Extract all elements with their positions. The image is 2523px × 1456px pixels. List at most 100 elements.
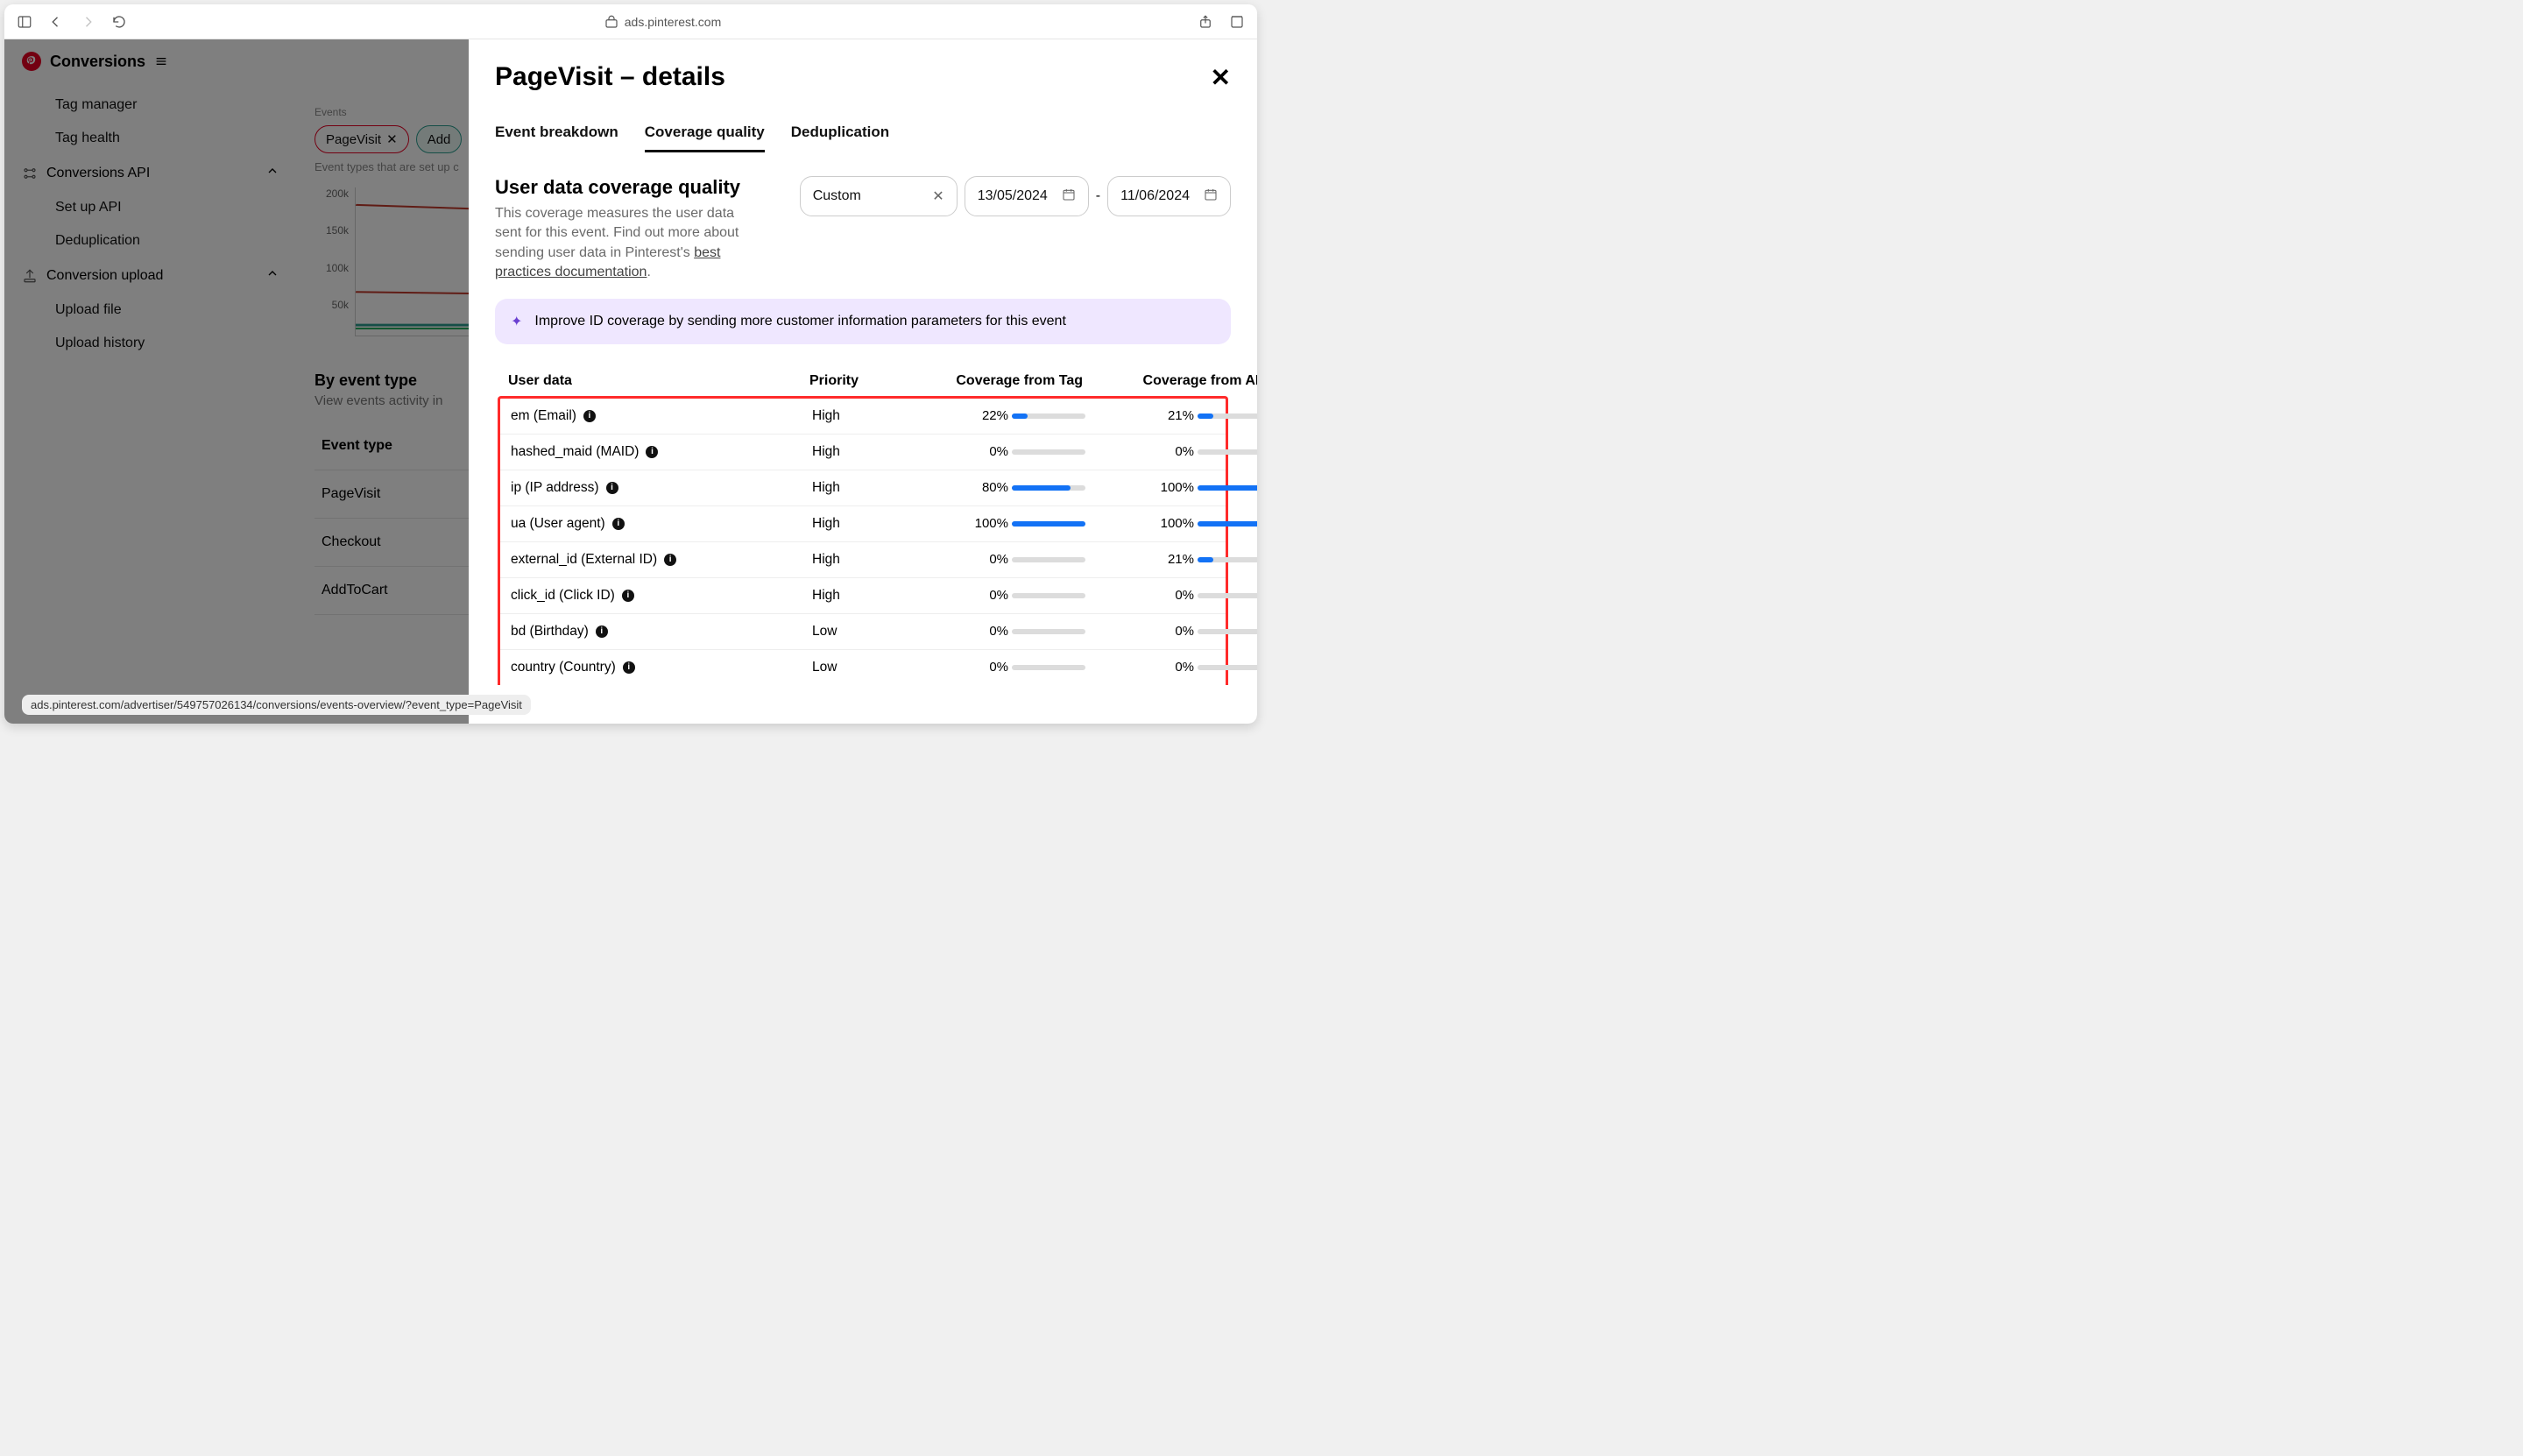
table-row: ua (User agent)iHigh100%100% bbox=[500, 505, 1226, 541]
tag-pct: 0% bbox=[903, 552, 1008, 567]
priority-value: Low bbox=[812, 660, 900, 675]
info-icon[interactable]: i bbox=[596, 626, 608, 638]
api-bar bbox=[1198, 665, 1257, 670]
api-pct: 0% bbox=[1089, 588, 1194, 603]
coverage-tip-banner: ✦ Improve ID coverage by sending more cu… bbox=[495, 299, 1231, 344]
tag-pct: 0% bbox=[903, 444, 1008, 459]
tab-event-breakdown[interactable]: Event breakdown bbox=[495, 124, 618, 152]
priority-value: High bbox=[812, 444, 900, 460]
clear-icon[interactable]: ✕ bbox=[932, 187, 943, 205]
priority-value: High bbox=[812, 588, 900, 604]
priority-value: High bbox=[812, 516, 900, 532]
sparkle-icon: ✦ bbox=[511, 313, 522, 330]
api-pct: 21% bbox=[1089, 408, 1194, 423]
priority-value: High bbox=[812, 480, 900, 496]
api-bar bbox=[1198, 629, 1257, 634]
user-data-label: ua (User agent) bbox=[511, 516, 605, 532]
priority-value: Low bbox=[812, 624, 900, 640]
site-settings-icon[interactable] bbox=[604, 14, 619, 30]
api-bar bbox=[1198, 485, 1257, 491]
info-icon[interactable]: i bbox=[664, 554, 676, 566]
api-pct: 0% bbox=[1089, 444, 1194, 459]
coverage-desc: This coverage measures the user data sen… bbox=[495, 204, 758, 283]
tag-pct: 0% bbox=[903, 624, 1008, 639]
tag-bar bbox=[1012, 557, 1085, 562]
back-icon[interactable] bbox=[48, 14, 64, 30]
user-data-label: em (Email) bbox=[511, 408, 576, 424]
user-data-label: ip (IP address) bbox=[511, 480, 599, 496]
info-icon[interactable]: i bbox=[622, 590, 634, 602]
user-data-name: em (Email) i bbox=[511, 408, 809, 424]
table-row: country (Country)iLow0%0% bbox=[500, 649, 1226, 685]
info-icon[interactable]: i bbox=[612, 518, 625, 530]
tabs-icon[interactable] bbox=[1229, 14, 1245, 30]
coverage-table: User data Priority Coverage from Tag Cov… bbox=[495, 364, 1231, 688]
priority-value: High bbox=[812, 552, 900, 568]
reload-icon[interactable] bbox=[111, 14, 127, 30]
user-data-name: hashed_maid (MAID)i bbox=[511, 444, 809, 460]
coverage-table-head: User data Priority Coverage from Tag Cov… bbox=[498, 366, 1228, 396]
details-drawer: PageVisit – details ✕ Event breakdown Co… bbox=[469, 39, 1257, 724]
user-data-label: external_id (External ID) bbox=[511, 552, 657, 568]
tag-bar bbox=[1012, 449, 1085, 455]
date-from-input[interactable]: 13/05/2024 bbox=[965, 176, 1089, 216]
table-row: hashed_maid (MAID)iHigh0%0% bbox=[500, 434, 1226, 470]
tag-pct: 100% bbox=[903, 516, 1008, 531]
col-coverage-tag: Coverage from Tag bbox=[901, 373, 1083, 389]
tag-bar bbox=[1012, 629, 1085, 634]
drawer-title: PageVisit – details bbox=[495, 62, 725, 92]
table-row: ip (IP address)iHigh80%100% bbox=[500, 470, 1226, 505]
table-row: bd (Birthday)iLow0%0% bbox=[500, 613, 1226, 649]
col-user-data: User data bbox=[508, 373, 806, 389]
tag-bar bbox=[1012, 521, 1085, 527]
status-url-text: ads.pinterest.com/advertiser/54975702613… bbox=[31, 698, 522, 711]
coverage-table-body: em (Email)iHigh22%21%hashed_maid (MAID)i… bbox=[498, 396, 1228, 685]
col-coverage-api: Coverage from API bbox=[1086, 373, 1257, 389]
tag-pct: 80% bbox=[903, 480, 1008, 495]
tag-bar bbox=[1012, 593, 1085, 598]
user-data-name: external_id (External ID) i bbox=[511, 552, 809, 568]
api-pct: 0% bbox=[1089, 660, 1194, 675]
app-area: Conversions Tag manager Tag health Conve… bbox=[4, 39, 1257, 724]
coverage-desc-tail: . bbox=[647, 265, 650, 279]
user-data-name: bd (Birthday) i bbox=[511, 624, 809, 640]
user-data-name: ip (IP address) i bbox=[511, 480, 809, 496]
table-row: em (Email)iHigh22%21% bbox=[500, 399, 1226, 434]
banner-text: Improve ID coverage by sending more cust… bbox=[534, 314, 1066, 329]
user-data-name: click_id (Click ID) i bbox=[511, 588, 809, 604]
info-icon[interactable]: i bbox=[623, 661, 635, 674]
info-icon[interactable]: i bbox=[583, 410, 596, 422]
info-icon[interactable]: i bbox=[646, 446, 658, 458]
share-icon[interactable] bbox=[1198, 14, 1213, 30]
tag-bar bbox=[1012, 665, 1085, 670]
user-data-name: ua (User agent) i bbox=[511, 516, 809, 532]
api-bar bbox=[1198, 521, 1257, 527]
coverage-title: User data coverage quality bbox=[495, 176, 782, 199]
date-pickers: Custom ✕ 13/05/2024 - 11/06/2024 bbox=[800, 176, 1231, 216]
api-bar bbox=[1198, 557, 1257, 562]
url-display[interactable]: ads.pinterest.com bbox=[604, 14, 722, 30]
range-preset-label: Custom bbox=[813, 188, 861, 204]
api-pct: 21% bbox=[1089, 552, 1194, 567]
close-button[interactable]: ✕ bbox=[1211, 63, 1231, 92]
drawer-tabs: Event breakdown Coverage quality Dedupli… bbox=[495, 124, 1231, 153]
sidebar-toggle-icon[interactable] bbox=[17, 14, 32, 30]
tag-bar bbox=[1012, 485, 1085, 491]
tab-label: Coverage quality bbox=[645, 124, 765, 140]
tab-label: Event breakdown bbox=[495, 124, 618, 140]
api-bar bbox=[1198, 413, 1257, 419]
browser-toolbar: ads.pinterest.com bbox=[4, 4, 1257, 39]
calendar-icon bbox=[1062, 187, 1076, 206]
user-data-label: bd (Birthday) bbox=[511, 624, 589, 640]
tag-bar bbox=[1012, 413, 1085, 419]
user-data-label: click_id (Click ID) bbox=[511, 588, 615, 604]
tab-deduplication[interactable]: Deduplication bbox=[791, 124, 889, 152]
info-icon[interactable]: i bbox=[606, 482, 618, 494]
tab-coverage-quality[interactable]: Coverage quality bbox=[645, 124, 765, 152]
user-data-label: country (Country) bbox=[511, 660, 616, 675]
user-data-name: country (Country) i bbox=[511, 660, 809, 675]
date-to-input[interactable]: 11/06/2024 bbox=[1107, 176, 1231, 216]
table-row: click_id (Click ID)iHigh0%0% bbox=[500, 577, 1226, 613]
table-row: external_id (External ID) i High0% 21% bbox=[500, 541, 1226, 577]
range-preset-select[interactable]: Custom ✕ bbox=[800, 176, 958, 216]
